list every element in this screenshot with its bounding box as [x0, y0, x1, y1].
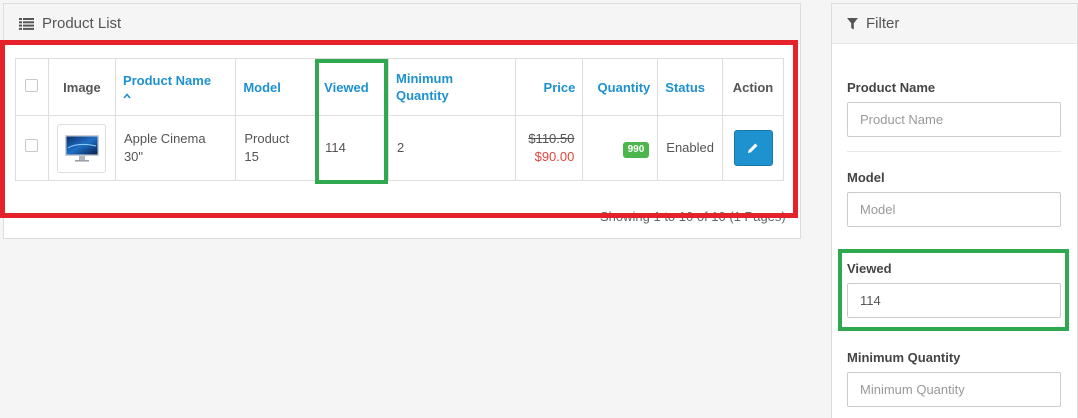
filter-heading: Filter [832, 4, 1077, 44]
row-product-name-line1: Apple Cinema [123, 131, 206, 146]
row-product-name-line2: 30" [123, 149, 144, 164]
column-header-viewed[interactable]: Viewed [316, 58, 389, 116]
filter-viewed-group: Viewed [847, 261, 1061, 318]
filter-viewed-label: Viewed [847, 261, 892, 276]
filter-model-label: Model [847, 170, 885, 185]
row-model-line1: Product [244, 131, 290, 146]
column-header-image: Image [47, 58, 116, 116]
filter-icon [847, 17, 858, 29]
sort-ascending-icon [123, 92, 228, 102]
column-header-model[interactable]: Model [235, 58, 318, 116]
filter-panel: Filter Product Name Model Viewed Minimum… [831, 3, 1078, 418]
column-header-product-name-label[interactable]: Product Name [123, 73, 211, 88]
row-image-cell [47, 115, 116, 181]
pencil-icon [748, 143, 758, 153]
filter-product-name-group: Product Name [847, 80, 1061, 137]
column-header-price[interactable]: Price [515, 58, 584, 116]
table-row: Apple Cinema 30" Product 15 114 2 $110.5… [15, 115, 784, 181]
row-price-special: $90.00 [534, 149, 575, 164]
row-price-old: $110.50 [528, 131, 575, 146]
product-list-heading: Product List [4, 4, 800, 44]
edit-product-button[interactable] [733, 130, 773, 166]
row-model-line2: 15 [244, 149, 259, 164]
column-header-action: Action [722, 58, 784, 116]
column-header-quantity[interactable]: Quantity [582, 58, 659, 116]
quantity-badge: 990 [622, 141, 650, 158]
filter-viewed-input[interactable] [847, 283, 1061, 318]
row-status-cell: Enabled [657, 115, 723, 181]
table-header-row: Image Product Name Model Viewed Minimum … [15, 58, 784, 116]
filter-product-name-input[interactable] [847, 102, 1061, 137]
product-list-title: Product List [42, 15, 122, 32]
filter-model-input[interactable] [847, 192, 1061, 227]
select-all-cell [15, 58, 49, 116]
row-select-cell [15, 115, 49, 181]
column-header-product-name[interactable]: Product Name [114, 58, 237, 116]
filter-model-group: Model [847, 170, 1061, 227]
monitor-thumbnail [57, 123, 107, 173]
select-all-checkbox[interactable] [25, 78, 39, 92]
filter-title: Filter [866, 15, 900, 32]
product-table: Image Product Name Model Viewed Minimum … [15, 58, 784, 181]
row-quantity-cell: 990 [582, 115, 659, 181]
column-header-minimum-quantity[interactable]: Minimum Quantity [387, 58, 517, 116]
filter-divider [847, 151, 1061, 152]
list-icon [19, 17, 34, 30]
filter-minimum-quantity-group: Minimum Quantity [847, 350, 1061, 407]
row-select-checkbox[interactable] [25, 139, 39, 152]
row-viewed-cell: 114 [316, 115, 389, 181]
column-header-min-qty-line1[interactable]: Minimum [396, 71, 453, 86]
row-price-cell: $110.50 $90.00 [515, 115, 584, 181]
row-minimum-quantity-cell: 2 [387, 115, 517, 181]
filter-product-name-label: Product Name [847, 80, 936, 95]
filter-minimum-quantity-label: Minimum Quantity [847, 350, 961, 365]
row-action-cell [722, 115, 784, 181]
column-header-min-qty-line2[interactable]: Quantity [396, 88, 449, 103]
filter-minimum-quantity-input[interactable] [847, 372, 1061, 407]
column-header-status[interactable]: Status [657, 58, 723, 116]
row-product-name-cell: Apple Cinema 30" [114, 115, 237, 181]
row-model-cell: Product 15 [235, 115, 318, 181]
pagination-summary: Showing 1 to 10 of 10 (1 Pages) [600, 209, 786, 224]
